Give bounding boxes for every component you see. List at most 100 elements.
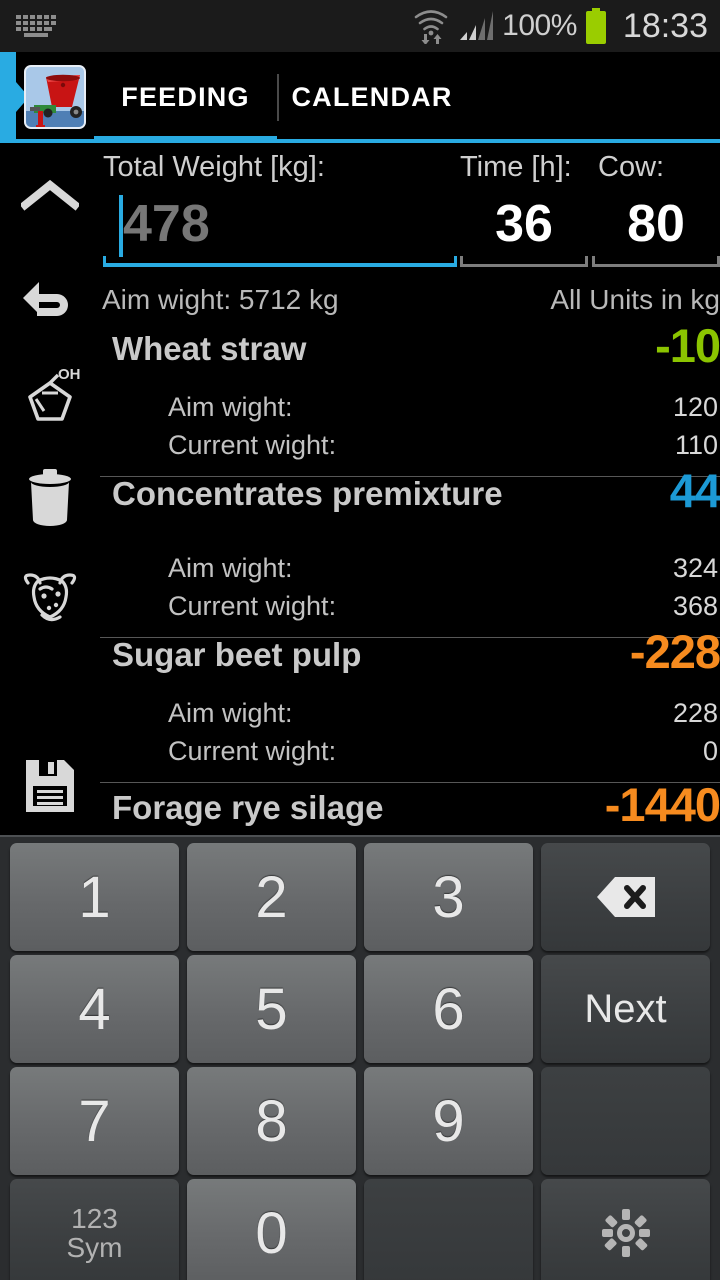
total-weight-placeholder: 478 [123,195,210,253]
current-weight-label: Current wight: [168,430,337,460]
tab-divider [277,74,279,121]
svg-text:OH: OH [58,367,81,383]
aim-weight-label: Aim wight: [168,553,293,583]
animals-button[interactable] [0,555,100,641]
action-bar: FEEDING CALENDAR [0,52,720,143]
collapse-button[interactable] [0,153,100,239]
key-blank-1[interactable] [541,1067,710,1175]
cow-label: Cow: [598,151,665,183]
summary-row: Aim wight: 5712 kg All Units in kg [100,284,720,332]
key-4[interactable]: 4 [10,955,179,1063]
total-weight-input[interactable]: 478 [103,191,457,273]
additives-button[interactable]: OH [0,355,100,441]
delete-button[interactable] [0,455,100,541]
key-label-123: 123 [71,1202,118,1234]
key-label: 9 [432,1088,465,1154]
chemistry-molecule-icon: OH [18,367,82,429]
floppy-disk-icon [24,758,76,814]
cow-head-icon [18,569,82,627]
total-weight-label: Total Weight [kg]: [103,151,325,183]
key-label: 7 [78,1088,111,1154]
time-input[interactable]: 36 [460,191,588,273]
feed-mixer-app-icon [24,65,86,129]
tab-calendar-label: CALENDAR [291,82,453,112]
tab-calendar[interactable]: CALENDAR [277,52,467,143]
gear-icon [601,1208,651,1258]
units-note: All Units in kg [550,284,720,315]
key-label: 0 [255,1200,288,1266]
undo-button[interactable] [0,255,100,341]
key-3[interactable]: 3 [364,843,533,951]
key-5[interactable]: 5 [187,955,356,1063]
feed-current-row: Current wight: 0 [100,736,720,774]
status-bar-clock: 18:33 [622,6,708,45]
total-weight-underline [103,256,457,267]
time-value: 36 [495,195,553,253]
feed-header: Wheat straw -10 [100,319,720,392]
save-button[interactable] [0,743,100,829]
key-symbols[interactable]: 123 Sym [10,1179,179,1280]
tab-feeding[interactable]: FEEDING [94,52,277,143]
current-weight-label: Current wight: [168,736,337,766]
key-settings[interactable] [541,1179,710,1280]
battery-full-icon [585,8,609,44]
list-item[interactable]: Concentrates premixture 44 Aim wight: 32… [100,464,720,638]
feed-delta: -1440 [604,778,720,831]
aim-weight-label: Aim wight: [168,392,293,422]
current-weight-value: 110 [674,430,718,460]
feed-name: Concentrates premixture [112,475,503,512]
aim-weight-value: 228 [672,698,718,728]
undo-icon [21,270,79,326]
feed-header: Forage rye silage -1440 [100,778,720,835]
feed-delta: -228 [629,625,720,678]
key-7[interactable]: 7 [10,1067,179,1175]
current-weight-value: 0 [702,736,718,766]
backspace-icon [595,875,657,919]
feed-header: Sugar beet pulp -228 [100,625,720,698]
keyboard-row: 123 Sym 0 [4,1179,716,1280]
current-weight-label: Current wight: [168,591,337,621]
list-item[interactable]: Forage rye silage -1440 [100,778,720,835]
feed-current-row: Current wight: 110 [100,430,720,468]
key-label: 4 [78,976,111,1042]
key-8[interactable]: 8 [187,1067,356,1175]
input-fields-row: Total Weight [kg]: Time [h]: Cow: 478 36… [100,143,720,288]
key-6[interactable]: 6 [364,955,533,1063]
aim-weight-summary: Aim wight: 5712 kg [102,284,339,315]
current-weight-value: 368 [672,591,718,621]
list-item[interactable]: Sugar beet pulp -228 Aim wight: 228 Curr… [100,625,720,783]
key-9[interactable]: 9 [364,1067,533,1175]
feed-aim-row: Aim wight: 120 [100,392,720,430]
keyboard-row: 7 8 9 [4,1067,716,1175]
key-0[interactable]: 0 [187,1179,356,1280]
status-bar: 100% 18:33 [0,0,720,52]
time-underline [460,256,588,267]
keyboard-row: 4 5 6 Next [4,955,716,1063]
key-label: 1 [78,864,111,930]
aim-weight-value: 324 [672,553,718,583]
cow-underline [592,256,720,267]
key-blank-2[interactable] [364,1179,533,1280]
list-item[interactable]: Wheat straw -10 Aim wight: 120 Current w… [100,319,720,477]
tab-bar: FEEDING CALENDAR [94,52,467,143]
feed-name: Forage rye silage [112,789,384,826]
feed-delta: 44 [669,464,720,517]
key-1[interactable]: 1 [10,843,179,951]
key-label: Next [584,986,667,1031]
key-backspace[interactable] [541,843,710,951]
chevron-up-icon [21,179,79,213]
key-label-sym: Sym [66,1232,123,1263]
time-label: Time [h]: [460,151,572,183]
aim-weight-label: Aim wight: [168,698,293,728]
battery-percent: 100% [502,9,577,42]
feed-aim-row: Aim wight: 228 [100,698,720,736]
key-2[interactable]: 2 [187,843,356,951]
status-bar-left [0,11,60,41]
left-toolbar: OH [0,143,100,835]
cow-value: 80 [627,195,685,253]
feed-header: Concentrates premixture 44 [100,464,720,553]
key-label: 3 [432,864,465,930]
key-next[interactable]: Next [541,955,710,1063]
cow-input[interactable]: 80 [592,191,720,273]
up-navigation-strip[interactable] [0,52,16,143]
